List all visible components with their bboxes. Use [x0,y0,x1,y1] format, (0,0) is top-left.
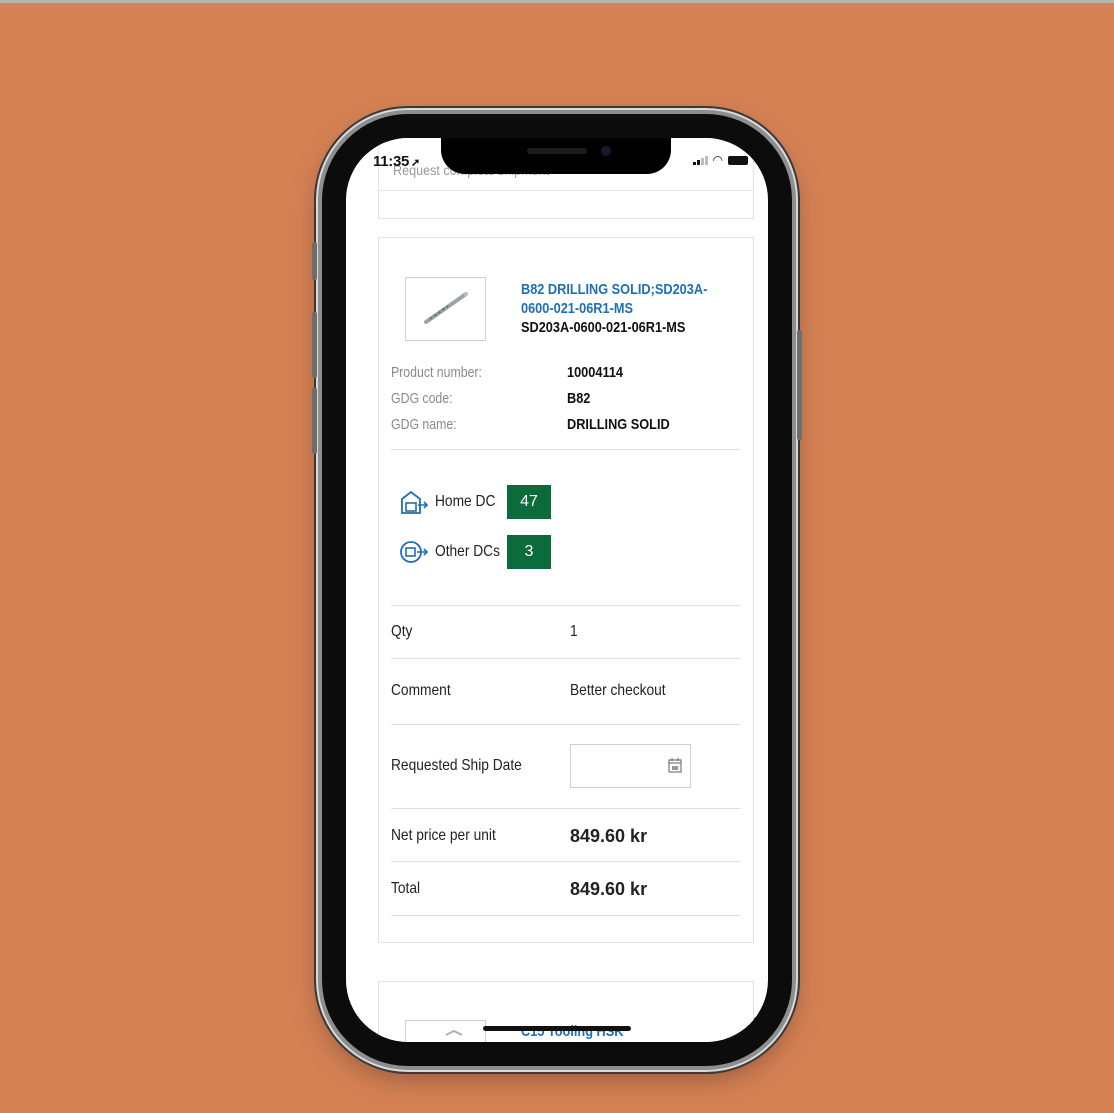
product-title-line-2: 0600-021-06R1-MS [521,300,633,317]
product-number-value: 10004114 [567,364,624,381]
volume-down-button [312,388,317,454]
gdg-code-value: B82 [567,390,591,407]
screen-edge [754,1018,768,1042]
checkout-content: Request complete shipment B82 DRILLING S… [346,138,768,1042]
net-price-value: 849.60 kr [570,826,648,846]
battery-icon [728,156,748,165]
wifi-icon: ◠ [712,153,723,167]
status-time-text: 11:35 [373,153,410,170]
total-label: Total [391,880,421,897]
phone-screen: Request complete shipment B82 DRILLING S… [346,138,768,1042]
gdg-name-value: DRILLING SOLID [567,416,670,433]
comment-value[interactable]: Better checkout [570,682,666,700]
home-warehouse-icon [401,490,429,514]
gdg-name-label: GDG name: [391,416,457,433]
product-title-link[interactable]: B82 DRILLING SOLID;SD203A- 0600-021-06R1… [521,280,708,318]
home-dc-count-badge: 47 [507,485,551,519]
home-dc-label: Home DC [435,493,496,510]
speaker-grille [527,148,587,154]
divider [391,861,741,862]
home-indicator[interactable] [483,1026,631,1031]
gdg-code-label: GDG code: [391,390,453,407]
net-price-label: Net price per unit [391,827,496,844]
comment-label: Comment [391,682,451,699]
phone-frame: Request complete shipment B82 DRILLING S… [312,114,802,1066]
other-dcs-label: Other DCs [435,543,500,560]
product-number-label: Product number: [391,364,482,381]
divider [391,724,741,725]
divider [391,605,741,606]
divider [391,658,741,659]
top-border [0,0,1114,3]
drill-bit-image [424,292,468,324]
home-dc-stock: Home DC 47 [399,485,551,519]
volume-up-button [312,312,317,378]
location-arrow-icon: ➚ [411,157,420,169]
next-product-thumbnail[interactable] [405,1020,486,1042]
requested-ship-date-input[interactable] [570,744,691,788]
calendar-icon[interactable] [668,757,682,773]
notch [441,138,671,174]
divider [391,449,741,450]
divider [391,915,741,916]
qty-label: Qty [391,623,413,640]
front-camera [601,146,611,156]
next-item-card: C15 Tooling HSK [378,981,754,1042]
requested-ship-date-label: Requested Ship Date [391,757,522,774]
other-warehouse-icon [400,541,429,563]
mute-switch [312,242,317,280]
total-value: 849.60 kr [570,879,648,899]
divider [379,190,753,191]
status-bar-time: 11:35 ➚ [373,153,420,170]
qty-value[interactable]: 1 [570,623,578,641]
cellular-signal-icon [692,156,708,165]
order-line-card: B82 DRILLING SOLID;SD203A- 0600-021-06R1… [378,237,754,943]
product-code: SD203A-0600-021-06R1-MS [521,319,686,336]
product-thumbnail[interactable] [405,277,486,341]
divider [391,808,741,809]
other-dcs-count-badge: 3 [507,535,551,569]
tooling-image [445,1029,463,1036]
power-button [797,330,802,440]
product-title-line-1: B82 DRILLING SOLID;SD203A- [521,281,708,298]
status-bar-indicators: ◠ [692,153,748,167]
other-dcs-stock[interactable]: Other DCs 3 [399,535,551,569]
